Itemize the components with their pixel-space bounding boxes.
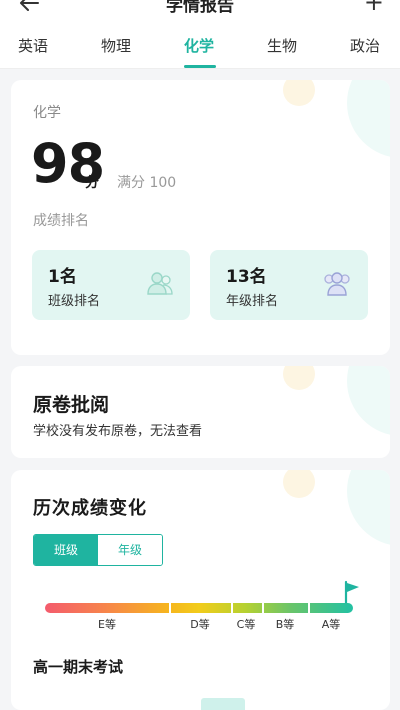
decor-circle bbox=[283, 366, 315, 390]
decor-blob bbox=[347, 80, 390, 158]
tab-politics[interactable]: 政治 bbox=[350, 35, 380, 56]
score-history-card: 历次成绩变化 班级 年级 E等 D等 C等 B等 A等 高一期末考试 bbox=[11, 470, 390, 710]
decor-circle bbox=[283, 80, 315, 106]
grade-label-c: C等 bbox=[236, 618, 256, 631]
score-unit: 分 bbox=[85, 175, 99, 191]
toggle-class[interactable]: 班级 bbox=[34, 535, 98, 565]
app-header: 学情报告 + bbox=[0, 0, 400, 22]
scope-toggle: 班级 年级 bbox=[33, 534, 163, 566]
grade-label-b: B等 bbox=[275, 618, 295, 631]
decor-blob bbox=[347, 470, 390, 546]
tab-biology[interactable]: 生物 bbox=[267, 35, 297, 56]
history-title: 历次成绩变化 bbox=[33, 498, 147, 519]
grade-separator bbox=[262, 603, 264, 613]
grade-rank-value: 13名 bbox=[226, 267, 267, 287]
add-icon[interactable]: + bbox=[364, 0, 384, 16]
group-icon bbox=[144, 268, 176, 304]
paper-review-title: 原卷批阅 bbox=[33, 394, 110, 416]
rank-section-title: 成绩排名 bbox=[33, 213, 89, 229]
grade-separator bbox=[231, 603, 233, 613]
grade-level-bar bbox=[45, 603, 353, 613]
toggle-grade[interactable]: 年级 bbox=[98, 535, 162, 565]
group-icon bbox=[320, 268, 354, 304]
tab-active-indicator bbox=[184, 65, 216, 68]
subject-label: 化学 bbox=[33, 105, 61, 121]
tab-physics[interactable]: 物理 bbox=[101, 35, 131, 56]
paper-review-desc: 学校没有发布原卷，无法查看 bbox=[33, 424, 203, 439]
grade-separator bbox=[308, 603, 310, 613]
subject-tabs: 英语 物理 化学 生物 政治 bbox=[0, 22, 400, 69]
grade-label-a: A等 bbox=[321, 618, 341, 631]
decor-blob bbox=[347, 366, 390, 436]
class-rank-label: 班级排名 bbox=[48, 294, 101, 309]
full-mark: 满分 100 bbox=[117, 175, 177, 191]
class-rank-value: 1名 bbox=[48, 267, 77, 287]
grade-rank-box: 13名 年级排名 bbox=[210, 250, 368, 320]
paper-review-card[interactable]: 原卷批阅 学校没有发布原卷，无法查看 bbox=[11, 366, 390, 458]
score-card: 化学 98 分 满分 100 成绩排名 1名 班级排名 13名 年级排名 bbox=[11, 80, 390, 355]
grade-rank-label: 年级排名 bbox=[226, 294, 279, 309]
decor-circle bbox=[283, 470, 315, 498]
grade-label-e: E等 bbox=[98, 618, 116, 631]
tab-chemistry[interactable]: 化学 bbox=[184, 35, 214, 56]
page-title: 学情报告 bbox=[166, 0, 234, 16]
exam-title: 高一期末考试 bbox=[33, 658, 124, 676]
class-rank-box: 1名 班级排名 bbox=[32, 250, 190, 320]
grade-label-d: D等 bbox=[190, 618, 210, 631]
grade-separator bbox=[169, 603, 171, 613]
tab-english[interactable]: 英语 bbox=[18, 35, 48, 56]
